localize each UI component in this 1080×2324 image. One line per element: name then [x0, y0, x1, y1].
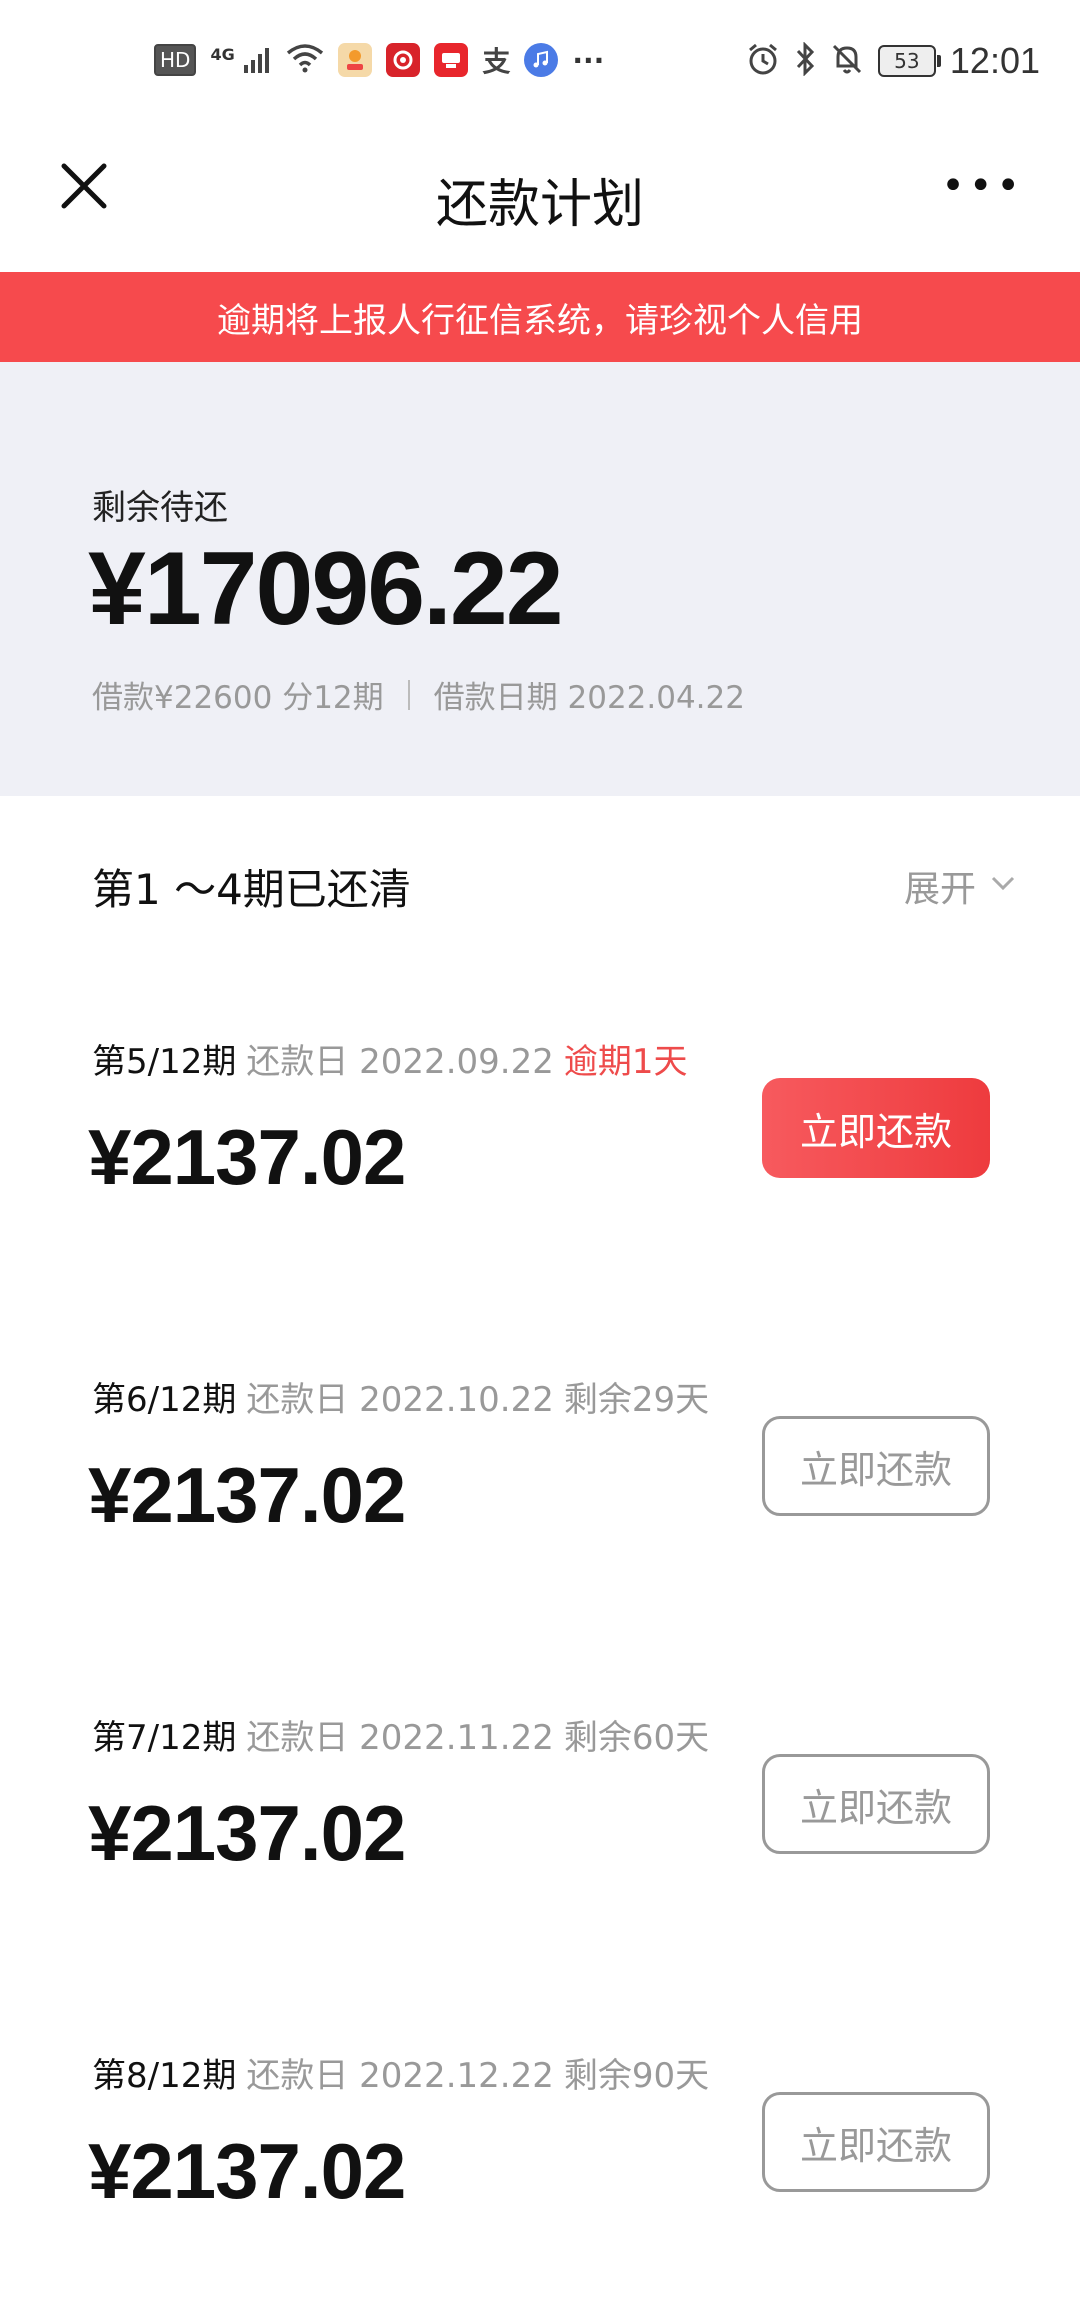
credit-warning-banner: 逾期将上报人行征信系统，请珍视个人信用 — [0, 272, 1080, 362]
installment-amount: ¥2137.02 — [88, 2127, 406, 2215]
installment-meta: 第8/12期 还款日 2022.12.22 剩余90天 — [92, 2048, 709, 2097]
status-bar-right: 53 12:01 — [746, 40, 1040, 82]
loan-info: 借款¥22600 分12期 借款日期 2022.04.22 — [92, 672, 745, 717]
signal-4g-icon: 4G — [210, 45, 272, 75]
status-bar-left: HD 4G 支 ··· — [154, 40, 604, 80]
music-icon — [524, 43, 559, 77]
installment-due-date: 还款日 2022.09.22 — [246, 1042, 554, 1082]
installment-row: 第7/12期 还款日 2022.11.22 剩余60天 ¥2137.02 立即还… — [0, 1648, 1080, 1988]
nav-bar: 还款计划 ••• — [0, 124, 1080, 272]
alarm-icon — [746, 42, 780, 80]
installment-due-date: 还款日 2022.11.22 — [246, 1718, 554, 1758]
expand-button[interactable]: 展开 — [904, 860, 976, 912]
installment-due-date: 还款日 2022.10.22 — [246, 1380, 554, 1420]
more-menu-button[interactable]: ••• — [941, 166, 1024, 206]
installment-row: 第6/12期 还款日 2022.10.22 剩余29天 ¥2137.02 立即还… — [0, 1310, 1080, 1650]
installment-due-date: 还款日 2022.12.22 — [246, 2056, 554, 2096]
installment-status: 剩余60天 — [563, 1718, 710, 1758]
pay-now-button[interactable]: 立即还款 — [762, 1078, 990, 1178]
network-type: 4G — [210, 45, 235, 64]
pay-now-button[interactable]: 立即还款 — [762, 1416, 990, 1516]
remaining-label: 剩余待还 — [92, 488, 228, 528]
remaining-amount: ¥17096.22 — [88, 531, 564, 647]
mute-bell-icon — [830, 42, 864, 80]
page-title: 还款计划 — [435, 175, 644, 235]
installment-meta: 第7/12期 还款日 2022.11.22 剩余60天 — [92, 1710, 709, 1759]
installment-amount: ¥2137.02 — [88, 1789, 406, 1877]
status-bar: HD 4G 支 ··· 53 12:01 — [0, 0, 1080, 124]
banner-text: 逾期将上报人行征信系统，请珍视个人信用 — [217, 300, 863, 341]
installment-meta: 第6/12期 还款日 2022.10.22 剩余29天 — [92, 1372, 709, 1421]
status-time: 12:01 — [949, 40, 1040, 81]
installment-amount: ¥2137.02 — [88, 1113, 406, 1201]
installment-row: 第8/12期 还款日 2022.12.22 剩余90天 ¥2137.02 立即还… — [0, 1986, 1080, 2324]
installment-amount: ¥2137.02 — [88, 1451, 406, 1539]
installment-period: 第6/12期 — [92, 1380, 237, 1420]
app-icon-1 — [338, 43, 373, 77]
chevron-down-icon[interactable] — [988, 868, 1018, 898]
hd-icon: HD — [154, 44, 197, 76]
installment-period: 第7/12期 — [92, 1718, 237, 1758]
installment-status: 剩余29天 — [563, 1380, 710, 1420]
installment-meta: 第5/12期 还款日 2022.09.22 逾期1天 — [92, 1034, 687, 1083]
installment-row: 第5/12期 还款日 2022.09.22 逾期1天 ¥2137.02 立即还款 — [0, 972, 1080, 1312]
battery-icon: 53 — [877, 45, 941, 77]
paid-periods-section[interactable]: 第1 ～4期已还清 展开 — [0, 796, 1080, 974]
installment-status: 剩余90天 — [563, 2056, 710, 2096]
loan-amount-terms: 借款¥22600 分12期 — [92, 680, 384, 716]
divider — [407, 679, 410, 710]
remaining-summary: 剩余待还 ¥17096.22 借款¥22600 分12期 借款日期 2022.0… — [0, 362, 1080, 796]
pay-now-button[interactable]: 立即还款 — [762, 2092, 990, 2192]
loan-date: 借款日期 2022.04.22 — [433, 680, 745, 716]
battery-level: 53 — [894, 49, 920, 73]
installment-status: 逾期1天 — [563, 1042, 688, 1082]
more-icon: ••• — [941, 163, 1024, 209]
app-icon-2 — [386, 43, 421, 77]
pay-now-button[interactable]: 立即还款 — [762, 1754, 990, 1854]
paid-periods-title: 第1 ～4期已还清 — [92, 865, 411, 914]
wifi-icon — [286, 43, 324, 77]
app-icon-3 — [434, 43, 469, 77]
installment-period: 第8/12期 — [92, 2056, 237, 2096]
alipay-icon: 支 — [482, 45, 511, 78]
more-dots-icon: ··· — [572, 43, 605, 77]
installment-period: 第5/12期 — [92, 1042, 237, 1082]
bluetooth-icon — [794, 41, 816, 80]
